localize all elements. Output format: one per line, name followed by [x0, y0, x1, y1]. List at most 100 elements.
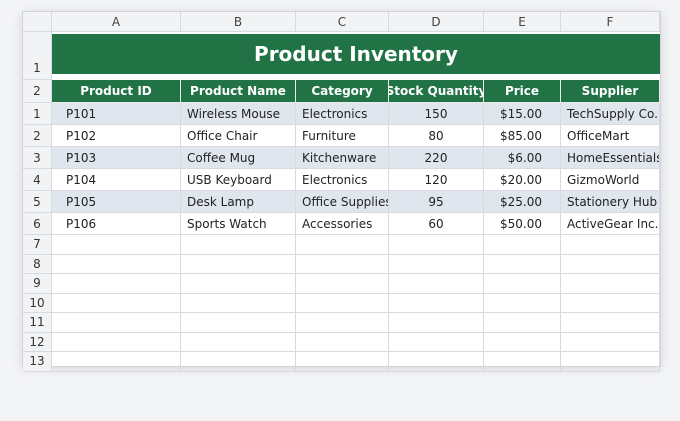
empty-cell[interactable] [181, 293, 296, 313]
cell-product-id[interactable]: P101 [52, 103, 181, 125]
empty-cell[interactable] [389, 235, 484, 255]
empty-cell[interactable] [484, 332, 561, 352]
cell-price[interactable]: $50.00 [484, 213, 561, 235]
cell-product-id[interactable]: P102 [52, 125, 181, 147]
empty-cell[interactable] [52, 313, 181, 333]
row-header[interactable]: 1 [23, 103, 52, 125]
row-header[interactable]: 10 [23, 293, 52, 313]
header-supplier[interactable]: Supplier [561, 80, 660, 103]
cell-category[interactable]: Office Supplies [296, 191, 389, 213]
empty-cell[interactable] [561, 332, 660, 352]
empty-cell[interactable] [52, 332, 181, 352]
header-product-id[interactable]: Product ID [52, 80, 181, 103]
empty-cell[interactable] [484, 313, 561, 333]
empty-cell[interactable] [52, 352, 181, 372]
cell-price[interactable]: $20.00 [484, 169, 561, 191]
cell-category[interactable]: Electronics [296, 169, 389, 191]
row-header[interactable]: 12 [23, 332, 52, 352]
empty-cell[interactable] [484, 254, 561, 274]
empty-cell[interactable] [484, 352, 561, 372]
cell-stock-quantity[interactable]: 150 [389, 103, 484, 125]
header-product-name[interactable]: Product Name [181, 80, 296, 103]
row-header[interactable]: 4 [23, 169, 52, 191]
cell-supplier[interactable]: ActiveGear Inc. [561, 213, 660, 235]
empty-cell[interactable] [296, 293, 389, 313]
column-header-d[interactable]: D [389, 12, 484, 32]
empty-cell[interactable] [181, 332, 296, 352]
cell-supplier[interactable]: OfficeMart [561, 125, 660, 147]
cell-price[interactable]: $25.00 [484, 191, 561, 213]
row-header[interactable]: 11 [23, 313, 52, 333]
cell-category[interactable]: Furniture [296, 125, 389, 147]
cell-product-name[interactable]: Coffee Mug [181, 147, 296, 169]
cell-product-id[interactable]: P104 [52, 169, 181, 191]
row-header[interactable]: 13 [23, 352, 52, 372]
empty-cell[interactable] [296, 352, 389, 372]
cell-stock-quantity[interactable]: 120 [389, 169, 484, 191]
row-header[interactable]: 7 [23, 235, 52, 255]
empty-cell[interactable] [561, 254, 660, 274]
empty-cell[interactable] [296, 254, 389, 274]
empty-cell[interactable] [52, 274, 181, 294]
column-header-b[interactable]: B [181, 12, 296, 32]
header-stock-quantity[interactable]: Stock Quantity [389, 80, 484, 103]
empty-cell[interactable] [52, 293, 181, 313]
column-header-a[interactable]: A [52, 12, 181, 32]
empty-cell[interactable] [181, 254, 296, 274]
empty-cell[interactable] [52, 235, 181, 255]
empty-cell[interactable] [484, 293, 561, 313]
cell-category[interactable]: Accessories [296, 213, 389, 235]
row-header[interactable]: 5 [23, 191, 52, 213]
empty-cell[interactable] [181, 313, 296, 333]
cell-supplier[interactable]: TechSupply Co. [561, 103, 660, 125]
empty-cell[interactable] [561, 313, 660, 333]
empty-cell[interactable] [484, 235, 561, 255]
row-header-2[interactable]: 2 [23, 80, 52, 103]
empty-cell[interactable] [389, 254, 484, 274]
column-header-c[interactable]: C [296, 12, 389, 32]
empty-cell[interactable] [389, 274, 484, 294]
empty-cell[interactable] [561, 293, 660, 313]
empty-cell[interactable] [296, 313, 389, 333]
empty-cell[interactable] [52, 254, 181, 274]
cell-price[interactable]: $85.00 [484, 125, 561, 147]
cell-price[interactable]: $15.00 [484, 103, 561, 125]
cell-product-name[interactable]: Wireless Mouse [181, 103, 296, 125]
cell-product-id[interactable]: P106 [52, 213, 181, 235]
empty-cell[interactable] [561, 235, 660, 255]
header-price[interactable]: Price [484, 80, 561, 103]
cell-product-name[interactable]: Office Chair [181, 125, 296, 147]
cell-product-name[interactable]: Sports Watch [181, 213, 296, 235]
empty-cell[interactable] [296, 235, 389, 255]
cell-category[interactable]: Electronics [296, 103, 389, 125]
cell-product-id[interactable]: P105 [52, 191, 181, 213]
row-header[interactable]: 3 [23, 147, 52, 169]
empty-cell[interactable] [389, 332, 484, 352]
empty-cell[interactable] [389, 293, 484, 313]
empty-cell[interactable] [181, 274, 296, 294]
header-category[interactable]: Category [296, 80, 389, 103]
cell-stock-quantity[interactable]: 80 [389, 125, 484, 147]
row-header[interactable]: 2 [23, 125, 52, 147]
cell-supplier[interactable]: GizmoWorld [561, 169, 660, 191]
row-header[interactable]: 9 [23, 274, 52, 294]
row-header-1[interactable]: 1 [23, 32, 52, 80]
empty-cell[interactable] [561, 274, 660, 294]
row-header[interactable]: 8 [23, 254, 52, 274]
column-header-e[interactable]: E [484, 12, 561, 32]
row-header[interactable]: 6 [23, 213, 52, 235]
cell-stock-quantity[interactable]: 220 [389, 147, 484, 169]
empty-cell[interactable] [389, 352, 484, 372]
empty-cell[interactable] [389, 313, 484, 333]
empty-cell[interactable] [181, 352, 296, 372]
cell-supplier[interactable]: Stationery Hub [561, 191, 660, 213]
empty-cell[interactable] [296, 332, 389, 352]
cell-product-name[interactable]: Desk Lamp [181, 191, 296, 213]
cell-stock-quantity[interactable]: 60 [389, 213, 484, 235]
cell-stock-quantity[interactable]: 95 [389, 191, 484, 213]
cell-supplier[interactable]: HomeEssentials [561, 147, 660, 169]
select-all-corner[interactable] [23, 12, 52, 32]
empty-cell[interactable] [181, 235, 296, 255]
cell-product-name[interactable]: USB Keyboard [181, 169, 296, 191]
sheet-title[interactable]: Product Inventory [52, 32, 660, 80]
